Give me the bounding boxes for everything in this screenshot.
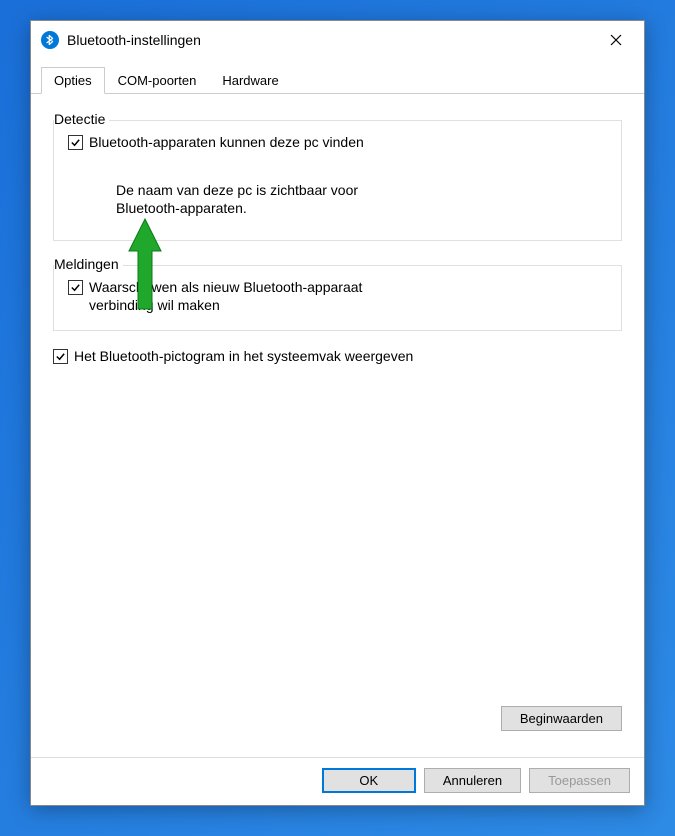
bluetooth-icon (41, 31, 59, 49)
tab-com-ports[interactable]: COM-poorten (105, 67, 210, 94)
options-panel: Detectie Bluetooth-apparaten kunnen deze… (31, 94, 644, 757)
apply-button[interactable]: Toepassen (529, 768, 630, 793)
titlebar: Bluetooth-instellingen (31, 21, 644, 57)
warn-new-device-checkbox[interactable] (68, 280, 83, 295)
tab-options[interactable]: Opties (41, 67, 105, 94)
reset-button[interactable]: Beginwaarden (501, 706, 622, 731)
detection-description: De naam van deze pc is zichtbaar voor Bl… (116, 181, 396, 217)
detection-group: Detectie Bluetooth-apparaten kunnen deze… (53, 120, 622, 241)
ok-button[interactable]: OK (322, 768, 416, 793)
discoverable-label: Bluetooth-apparaten kunnen deze pc vinde… (89, 133, 364, 151)
window-title: Bluetooth-instellingen (67, 32, 596, 48)
close-button[interactable] (596, 25, 636, 55)
notifications-legend: Meldingen (54, 256, 123, 272)
tab-strip: Opties COM-poorten Hardware (31, 57, 644, 94)
notifications-group: Meldingen Waarschuwen als nieuw Bluetoot… (53, 265, 622, 331)
warn-new-device-label: Waarschuwen als nieuw Bluetooth-apparaat… (89, 278, 409, 314)
systray-icon-checkbox[interactable] (53, 349, 68, 364)
tab-hardware[interactable]: Hardware (209, 67, 291, 94)
dialog-button-bar: OK Annuleren Toepassen (31, 757, 644, 805)
cancel-button[interactable]: Annuleren (424, 768, 521, 793)
bluetooth-settings-window: Bluetooth-instellingen Opties COM-poorte… (30, 20, 645, 806)
detection-legend: Detectie (54, 111, 109, 127)
systray-icon-label: Het Bluetooth-pictogram in het systeemva… (74, 347, 413, 365)
discoverable-checkbox[interactable] (68, 135, 83, 150)
